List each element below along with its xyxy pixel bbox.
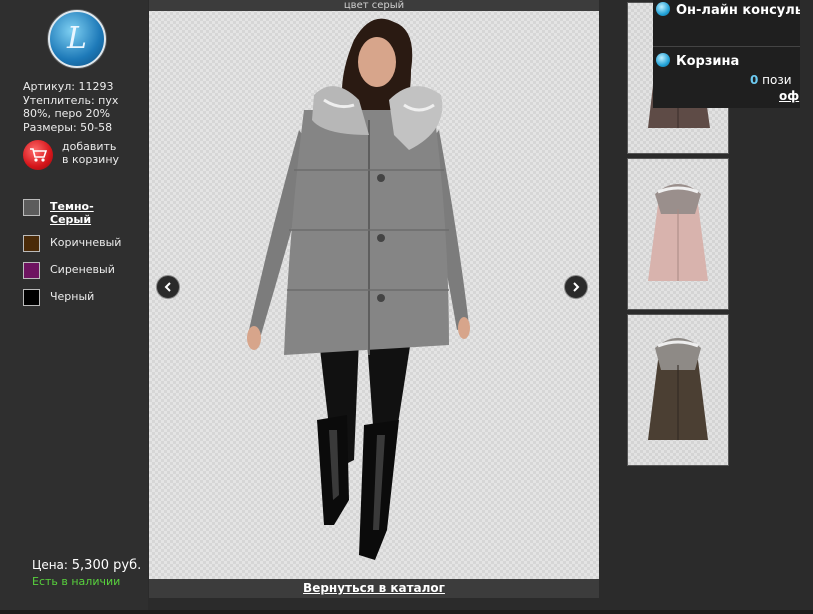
prev-image-button[interactable] [156, 275, 180, 299]
product-info-panel: L Артикул: 11293 Утеплитель: пух 80%, пе… [0, 0, 148, 614]
product-sizes: Размеры: 50-58 [23, 120, 113, 134]
price-label: Цена: [32, 558, 68, 572]
online-consult-label: Он-лайн консульт [676, 3, 811, 18]
price-value: 5,300 руб. [71, 558, 142, 573]
cart-item-count: 0 пози [750, 73, 792, 87]
color-label: Черный [50, 290, 95, 303]
thumbnail-2-photo [648, 184, 708, 281]
shopping-cart-icon [23, 140, 53, 170]
viewer-footer: Вернуться в каталог [149, 579, 599, 598]
horizontal-scrollbar[interactable] [0, 610, 813, 614]
product-image-viewer: цвет серый Вернуться в каталог [149, 0, 599, 598]
thumbnail-3[interactable] [627, 314, 729, 466]
logo-glyph: L [67, 21, 87, 56]
checkout-link[interactable]: оф [779, 89, 799, 103]
cart-link[interactable]: Корзина [656, 53, 739, 69]
color-label: Сиреневый [50, 263, 115, 276]
back-to-catalog-link[interactable]: Вернуться в каталог [149, 581, 599, 595]
globe-icon [656, 53, 670, 67]
add-to-cart-line1: добавить [62, 140, 117, 153]
color-label[interactable]: Темно- Серый [50, 200, 110, 226]
chevron-left-icon [164, 282, 171, 292]
stock-status: Есть в наличии [32, 575, 121, 588]
product-filling: Утеплитель: пух [23, 93, 119, 107]
product-details: Артикул: 11293 Утеплитель: пух 80%, перо… [23, 80, 143, 134]
cart-label: Корзина [676, 54, 740, 69]
product-photo [247, 18, 470, 560]
color-swatch [23, 235, 40, 252]
thumbnail-3-photo [648, 338, 708, 440]
vertical-scrollbar[interactable] [800, 0, 813, 614]
site-logo[interactable]: L [48, 10, 106, 68]
price: Цена: 5,300 руб. [32, 558, 141, 573]
add-to-cart-label: добавить в корзину [62, 140, 152, 166]
product-filling-composition: 80%, перо 20% [23, 107, 111, 120]
cart-count-text: пози [758, 73, 792, 87]
color-swatch [23, 199, 40, 216]
add-to-cart-line2: в корзину [62, 153, 120, 166]
color-swatch [23, 289, 40, 306]
color-swatch [23, 262, 40, 279]
next-image-button[interactable] [564, 275, 588, 299]
chevron-right-icon [573, 282, 580, 292]
product-sku: Артикул: 11293 [23, 80, 114, 93]
thumbnail-2[interactable] [627, 158, 729, 310]
globe-icon [656, 2, 670, 16]
panel-divider [653, 46, 813, 47]
color-label: Коричневый [50, 236, 122, 249]
online-consult-link[interactable]: Он-лайн консульт [656, 2, 811, 18]
